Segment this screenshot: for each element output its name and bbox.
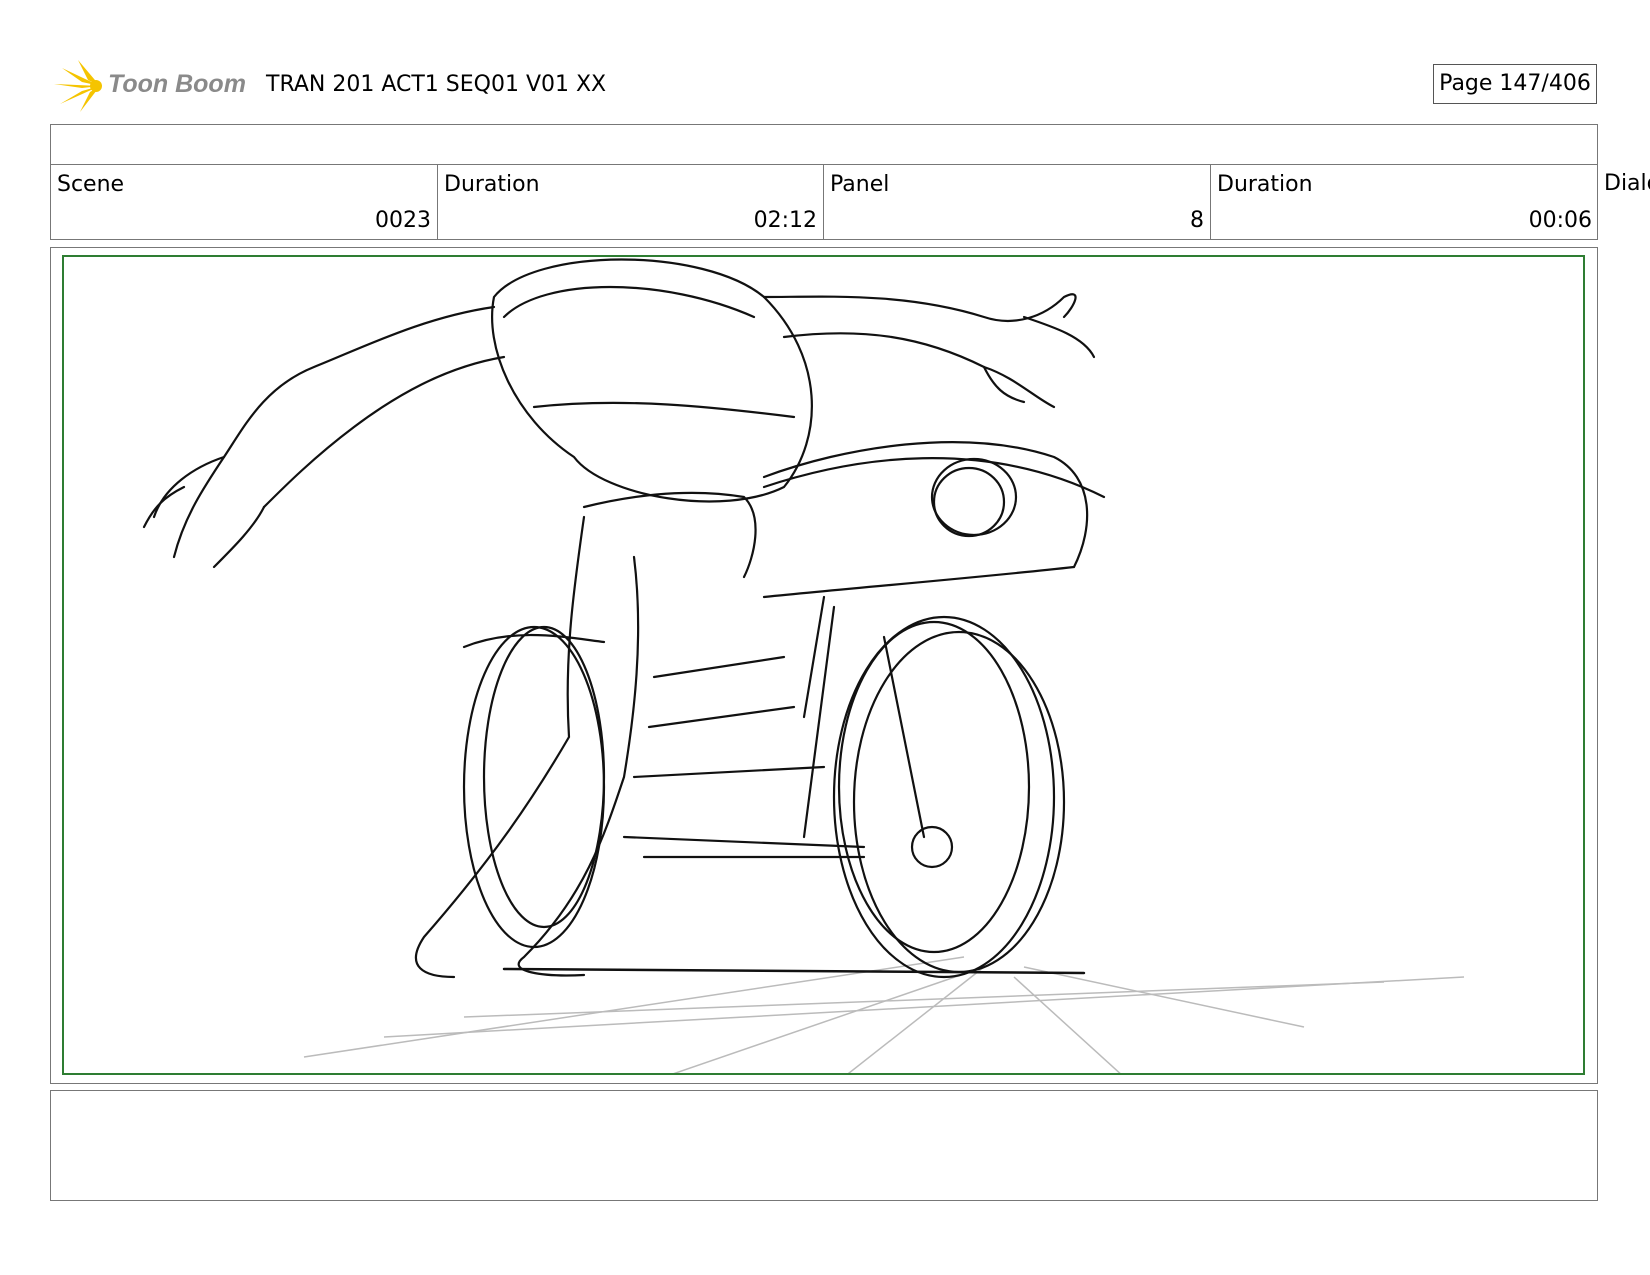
scene-label: Scene xyxy=(57,172,125,197)
panel-info-table: Scene 0023 Duration 02:12 Panel 8 Durati… xyxy=(50,124,1598,240)
page-indicator: Page 147/406 xyxy=(1433,64,1597,104)
scene-duration-cell: Duration 02:12 xyxy=(438,164,824,240)
sketch-motorcycle-rider xyxy=(142,258,1465,1073)
scene-duration-value: 02:12 xyxy=(753,208,817,233)
dialog-notes-box xyxy=(50,1090,1598,1201)
panel-duration-label: Duration xyxy=(1217,172,1313,197)
scene-value: 0023 xyxy=(375,208,431,233)
panel-label: Panel xyxy=(830,172,890,197)
scene-duration-label: Duration xyxy=(444,172,540,197)
project-title: TRAN 201 ACT1 SEQ01 V01 XX xyxy=(266,72,607,97)
scene-cell: Scene 0023 xyxy=(51,164,438,240)
panel-duration-value: 00:06 xyxy=(1528,208,1592,233)
panel-duration-cell: Duration 00:06 xyxy=(1211,164,1598,240)
panel-value: 8 xyxy=(1190,208,1204,233)
dialog-label: Dialog xyxy=(1604,171,1650,196)
panel-cell: Panel 8 xyxy=(824,164,1211,240)
logo-text: Toon Boom xyxy=(108,70,246,98)
storyboard-drawing xyxy=(62,255,1585,1075)
info-header-row xyxy=(51,125,1597,165)
